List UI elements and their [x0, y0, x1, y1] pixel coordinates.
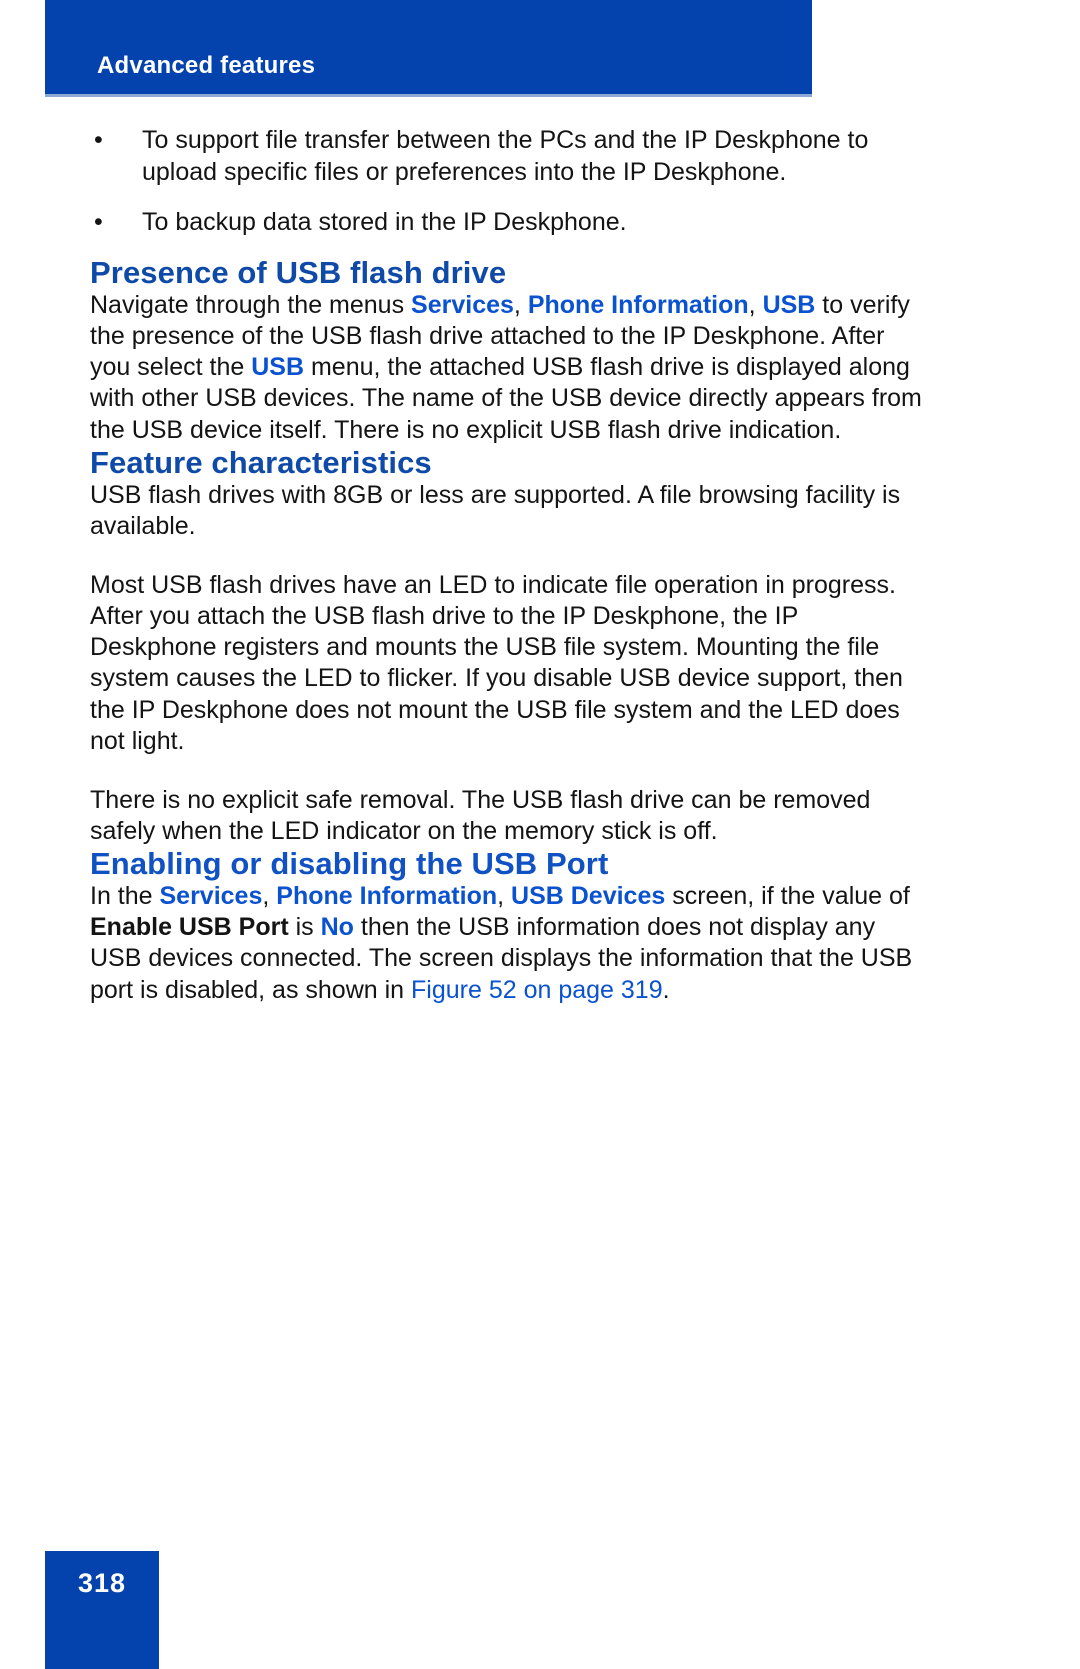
list-item: • To support file transfer between the P… [90, 124, 930, 188]
paragraph-text: USB flash drives with 8GB or less are su… [90, 480, 901, 540]
menu-path-link[interactable]: USB [251, 353, 304, 381]
list-item-text: To backup data stored in the IP Deskphon… [142, 208, 627, 236]
emphasised-term: Enable USB Port [90, 913, 289, 942]
paragraph-text: , [513, 291, 528, 320]
paragraph-text: In the [90, 882, 160, 911]
paragraph: Most USB flash drives have an LED to ind… [90, 570, 930, 757]
paragraph-text: , [262, 882, 277, 911]
paragraph: In the Services, Phone Information, USB … [90, 881, 930, 1006]
running-header-title: Advanced features [97, 52, 316, 79]
bullet-marker-icon: • [94, 208, 103, 236]
paragraph-text: Most USB flash drives have an LED to ind… [90, 571, 903, 755]
intro-bullet-list: • To support file transfer between the P… [90, 124, 930, 238]
menu-path-link[interactable]: USB [763, 291, 816, 319]
paragraph-text: Navigate through the menus [90, 291, 412, 320]
page-content-column: • To support file transfer between the P… [90, 124, 930, 1006]
paragraph: USB flash drives with 8GB or less are su… [90, 480, 930, 542]
paragraph: There is no explicit safe removal. The U… [90, 785, 930, 847]
menu-path-link[interactable]: No [321, 913, 354, 941]
paragraph-text: . [662, 975, 670, 1004]
paragraph: Navigate through the menus Services, Pho… [90, 290, 930, 446]
section-heading-feature-characteristics: Feature characteristics [90, 444, 432, 480]
header-divider-rule [45, 94, 812, 97]
cross-reference-link[interactable]: Figure 52 on page 319 [411, 976, 663, 1004]
paragraph-text: There is no explicit safe removal. The U… [90, 785, 871, 845]
section-heading-enabling-or-disabling-the-usb-port: Enabling or disabling the USB Port [90, 846, 609, 882]
paragraph-text: , [748, 291, 763, 320]
menu-path-link[interactable]: USB Devices [511, 882, 665, 910]
paragraph-text: is [288, 913, 321, 942]
list-item: • To backup data stored in the IP Deskph… [90, 206, 930, 238]
paragraph-text: , [497, 882, 512, 911]
page-number: 318 [77, 1568, 127, 1598]
menu-path-link[interactable]: Phone Information [276, 882, 497, 910]
bullet-marker-icon: • [94, 126, 103, 154]
section-heading-presence-of-usb-flash-drive: Presence of USB flash drive [90, 255, 507, 290]
list-item-text: To support file transfer between the PCs… [142, 126, 869, 186]
menu-path-link[interactable]: Services [160, 882, 263, 910]
menu-path-link[interactable]: Services [411, 291, 514, 319]
menu-path-link[interactable]: Phone Information [528, 291, 749, 319]
paragraph-text: screen, if the value of [665, 882, 910, 911]
page-running-header: Advanced features [45, 0, 812, 94]
